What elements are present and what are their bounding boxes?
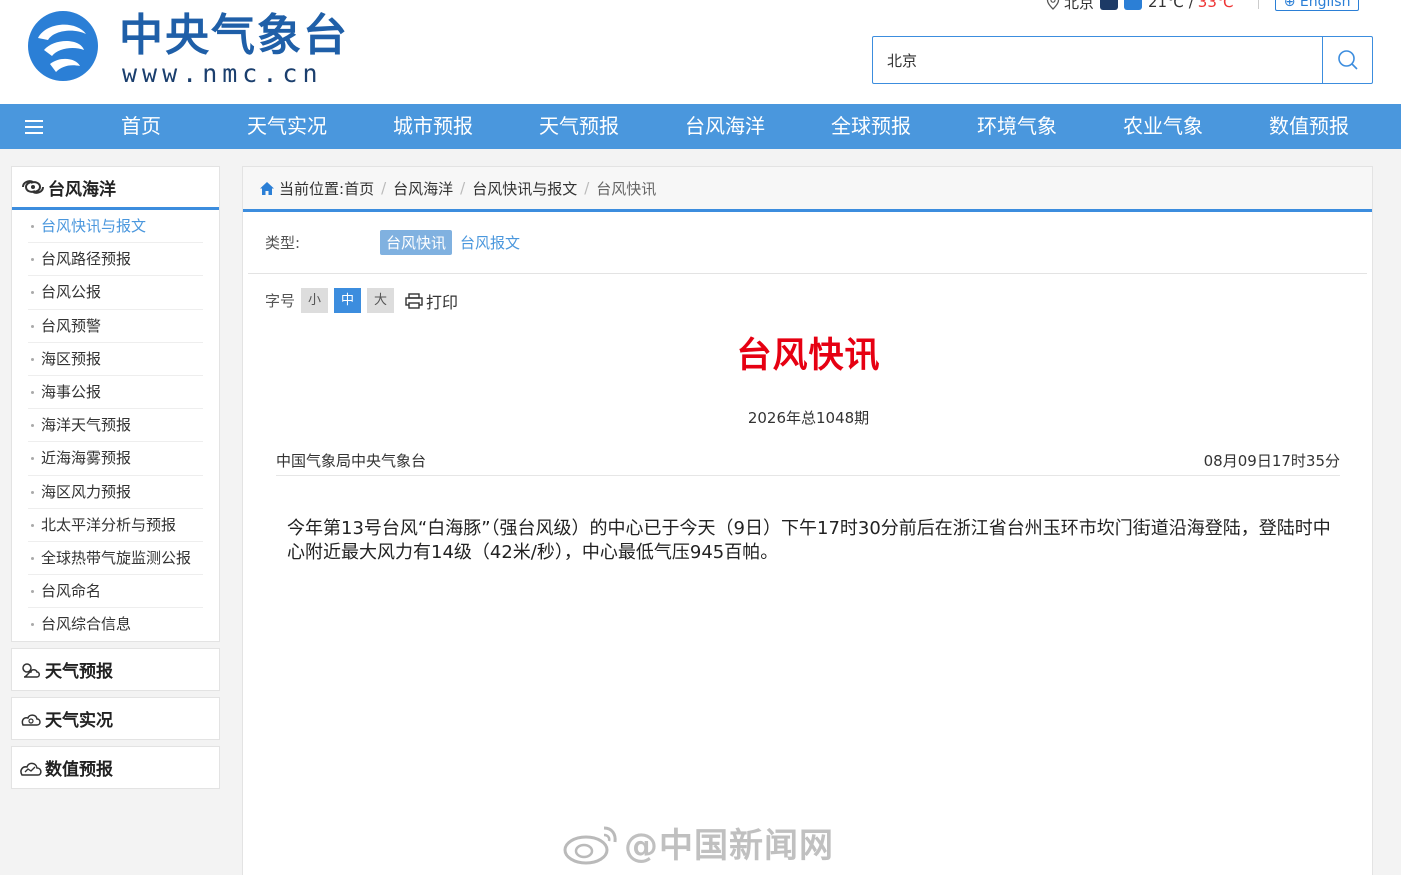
nav-item-numerical[interactable]: 数值预报 xyxy=(1236,104,1382,149)
typhoon-icon xyxy=(22,180,44,194)
nav-item-agriculture[interactable]: 农业气象 xyxy=(1090,104,1236,149)
type-tag-typhoon-news[interactable]: 台风快讯 xyxy=(380,230,453,255)
nav-item-weather-forecast[interactable]: 天气预报 xyxy=(506,104,652,149)
sidebar-item-sea-wind[interactable]: 海区风力预报 xyxy=(28,476,203,509)
sidebar-item-typhoon-naming[interactable]: 台风命名 xyxy=(28,575,203,609)
print-label: 打印 xyxy=(426,292,459,312)
sidebar-item-track-forecast[interactable]: 台风路径预报 xyxy=(28,243,203,277)
article-source: 中国气象局中央气象台 xyxy=(276,452,427,470)
printer-icon xyxy=(405,292,423,309)
nav-item-environment[interactable]: 环境气象 xyxy=(944,104,1090,149)
nav-item-global-forecast[interactable]: 全球预报 xyxy=(798,104,944,149)
sidebar-item-typhoon-bulletin[interactable]: 台风公报 xyxy=(28,276,203,310)
nav-item-city-forecast[interactable]: 城市预报 xyxy=(360,104,506,149)
type-tag-typhoon-report[interactable]: 台风报文 xyxy=(454,230,526,255)
menu-button[interactable] xyxy=(0,104,68,149)
font-size-large-button[interactable]: 大 xyxy=(367,288,395,313)
sun-cloud-icon xyxy=(22,663,40,678)
night-weather-icon xyxy=(1100,0,1119,10)
breadcrumb-separator: / xyxy=(381,179,387,197)
logo-url[interactable]: www.nmc.cn xyxy=(122,60,323,88)
sidebar: 台风海洋 台风快讯与报文 台风路径预报 台风公报 台风预警 海区预报 海事公报 … xyxy=(11,166,220,790)
font-size-small-button[interactable]: 小 xyxy=(301,288,329,313)
sidebar-category-weather-forecast[interactable]: 天气预报 xyxy=(11,648,220,692)
cloud-icon xyxy=(21,714,41,726)
sidebar-item-maritime-bulletin[interactable]: 海事公报 xyxy=(28,376,203,410)
location-pin-icon xyxy=(1046,0,1060,10)
breadcrumb-typhoon-ocean[interactable]: 台风海洋 xyxy=(393,178,453,199)
breadcrumb: 当前位置: 首页 / 台风海洋 / 台风快讯与报文 / 台风快讯 xyxy=(243,167,1372,212)
sidebar-item-typhoon-info[interactable]: 台风综合信息 xyxy=(28,608,203,641)
article-body: 今年第13号台风“白海豚”（强台风级）的中心已于今天（9日）下午17时30分前后… xyxy=(287,518,1331,563)
sidebar-category-label: 数值预报 xyxy=(45,760,113,781)
search-button[interactable] xyxy=(1322,37,1372,83)
divider xyxy=(1257,0,1259,9)
location-text[interactable]: 北京 xyxy=(1064,0,1094,13)
temperature-high: 33℃ xyxy=(1197,0,1234,11)
article-title: 台风快讯 xyxy=(736,336,881,376)
logo-text[interactable]: 中央气象台 xyxy=(119,10,349,62)
breadcrumb-separator: / xyxy=(460,179,466,197)
main-content: 当前位置: 首页 / 台风海洋 / 台风快讯与报文 / 台风快讯 类型: 台风快… xyxy=(242,166,1373,875)
article-meta: 中国气象局中央气象台 08月09日17时35分 xyxy=(276,450,1340,476)
search-icon xyxy=(1337,50,1358,70)
nav-item-home[interactable]: 首页 xyxy=(68,104,214,149)
weibo-logo-icon xyxy=(563,826,617,864)
breadcrumb-home[interactable]: 首页 xyxy=(344,178,374,199)
home-icon xyxy=(260,181,274,195)
breadcrumb-separator: / xyxy=(584,179,590,197)
breadcrumb-typhoon-news[interactable]: 台风快讯与报文 xyxy=(472,178,577,199)
font-size-label: 字号 xyxy=(265,292,296,310)
site-header: 中央气象台 www.nmc.cn 北京 21℃ / 33℃ ⊕ English xyxy=(0,0,1401,104)
type-label: 类型: xyxy=(265,234,301,252)
search-box xyxy=(872,36,1373,84)
font-size-medium-button[interactable]: 中 xyxy=(334,288,362,313)
globe-icon: ⊕ xyxy=(1283,0,1296,10)
search-input[interactable] xyxy=(873,37,1322,83)
sidebar-item-north-pacific[interactable]: 北太平洋分析与预报 xyxy=(28,509,203,542)
sidebar-section-typhoon: 台风海洋 台风快讯与报文 台风路径预报 台风公报 台风预警 海区预报 海事公报 … xyxy=(11,166,220,643)
english-button[interactable]: ⊕ English xyxy=(1274,0,1360,11)
sidebar-item-tropical-cyclone[interactable]: 全球热带气旋监测公报 xyxy=(28,542,203,576)
cloud-chart-icon xyxy=(20,762,42,776)
sidebar-category-numerical[interactable]: 数值预报 xyxy=(11,746,220,790)
print-button[interactable]: 打印 xyxy=(405,289,458,313)
temperature-low: 21℃ / xyxy=(1148,0,1194,11)
type-filter: 类型: 台风快讯 台风报文 xyxy=(248,212,1367,274)
sidebar-section-title[interactable]: 台风海洋 xyxy=(12,167,219,210)
top-weather-info: 北京 21℃ / 33℃ ⊕ English xyxy=(1046,0,1360,13)
english-label: English xyxy=(1299,0,1351,10)
article-issue: 2026年总1048期 xyxy=(747,409,870,427)
sidebar-category-label: 天气实况 xyxy=(45,711,113,732)
sidebar-category-observations[interactable]: 天气实况 xyxy=(11,697,220,741)
sidebar-item-sea-fog[interactable]: 近海海雾预报 xyxy=(28,442,203,476)
breadcrumb-prefix: 当前位置: xyxy=(279,179,345,198)
watermark-text: @中国新闻网 xyxy=(624,826,834,866)
sidebar-item-typhoon-warning[interactable]: 台风预警 xyxy=(28,310,203,343)
breadcrumb-current: 台风快讯 xyxy=(596,179,657,198)
nav-item-observations[interactable]: 天气实况 xyxy=(214,104,360,149)
sidebar-item-typhoon-news[interactable]: 台风快讯与报文 xyxy=(28,210,203,244)
sidebar-section-label: 台风海洋 xyxy=(48,179,116,200)
hamburger-icon xyxy=(25,119,43,134)
article-tools: 字号 小 中 大 打印 xyxy=(265,288,458,313)
sidebar-category-label: 天气预报 xyxy=(45,662,113,683)
watermark: @中国新闻网 xyxy=(562,818,834,867)
nav-item-typhoon-ocean[interactable]: 台风海洋 xyxy=(652,104,798,149)
sidebar-item-ocean-weather[interactable]: 海洋天气预报 xyxy=(28,409,203,443)
article-time: 08月09日17时35分 xyxy=(1203,452,1340,470)
main-nav: 首页 天气实况 城市预报 天气预报 台风海洋 全球预报 环境气象 农业气象 数值… xyxy=(0,104,1401,149)
sidebar-list: 台风快讯与报文 台风路径预报 台风公报 台风预警 海区预报 海事公报 海洋天气预… xyxy=(12,210,219,641)
cloudy-weather-icon xyxy=(1124,0,1143,10)
sidebar-item-sea-area-forecast[interactable]: 海区预报 xyxy=(28,343,203,376)
nmc-logo-icon[interactable] xyxy=(24,8,102,84)
